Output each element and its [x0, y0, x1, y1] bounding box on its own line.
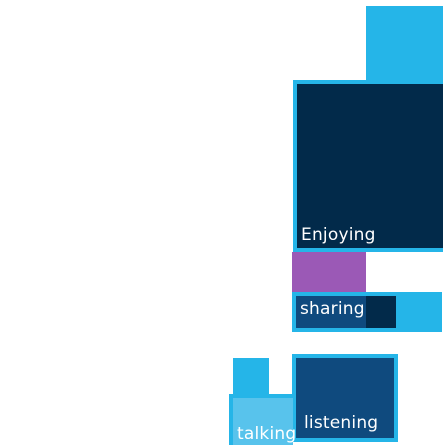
cyan-square-top [366, 6, 443, 82]
listening-tile: listening [296, 358, 394, 438]
sharing-inner-dark [366, 296, 396, 328]
talking-label: talking [237, 424, 297, 444]
listening-label: listening [304, 413, 379, 433]
enjoying-tile: Enjoying [297, 84, 443, 248]
talking-tile: talking [233, 398, 297, 445]
enjoying-label: Enjoying [301, 225, 376, 245]
sharing-small-square [400, 296, 438, 328]
sharing-bar: sharing [296, 296, 366, 328]
small-cyan-square [233, 358, 269, 394]
cyan-square-top-fill [377, 17, 432, 71]
sharing-label: sharing [300, 299, 365, 319]
